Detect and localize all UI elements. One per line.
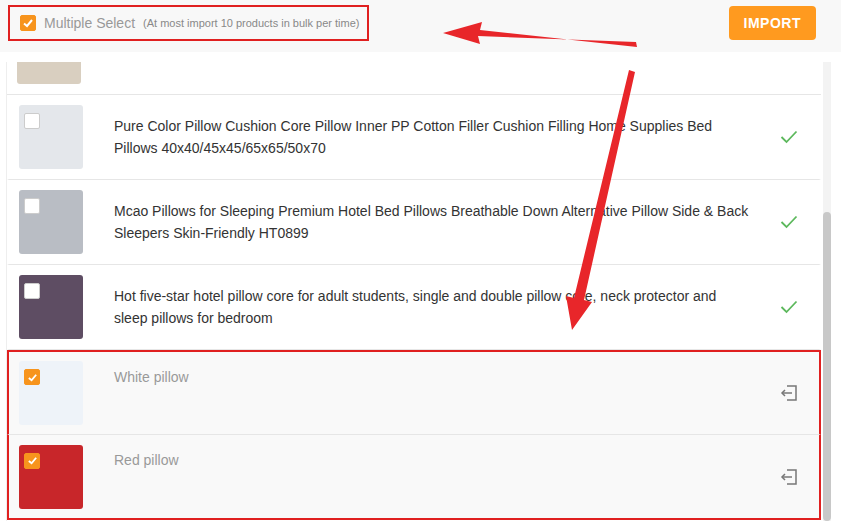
product-title: Mcao Pillows for Sleeping Premium Hotel … — [114, 200, 769, 244]
product-row[interactable]: Red pillow — [7, 435, 821, 520]
check-icon — [27, 372, 38, 383]
product-thumbnail — [19, 275, 83, 339]
product-thumbnail — [19, 190, 83, 254]
product-checkbox[interactable] — [24, 198, 40, 214]
product-row[interactable]: White pillow — [7, 350, 821, 435]
product-checkbox[interactable] — [24, 453, 40, 469]
product-row[interactable]: Mcao Pillows for Sleeping Premium Hotel … — [7, 180, 821, 265]
product-row[interactable] — [7, 62, 821, 95]
scrollbar[interactable] — [823, 62, 831, 521]
product-thumbnail — [19, 445, 83, 509]
product-title: Pure Color Pillow Cushion Core Pillow In… — [114, 115, 769, 159]
product-thumbnail — [19, 361, 83, 425]
multiple-select[interactable]: Multiple Select (At most import 10 produc… — [8, 5, 369, 41]
import-icon[interactable] — [780, 469, 798, 485]
bulk-hint: (At most import 10 products in bulk per … — [143, 17, 359, 29]
product-thumbnail — [17, 62, 81, 84]
product-row[interactable]: Pure Color Pillow Cushion Core Pillow In… — [7, 95, 821, 180]
product-checkbox[interactable] — [24, 113, 40, 129]
arrow-down-icon — [566, 70, 635, 330]
product-title: Red pillow — [114, 435, 769, 471]
imported-check-icon — [780, 215, 798, 229]
import-button[interactable]: IMPORT — [729, 6, 816, 40]
multiple-select-label: Multiple Select — [44, 15, 135, 31]
multiple-select-checkbox[interactable] — [20, 15, 36, 31]
imported-check-icon — [780, 130, 798, 144]
product-checkbox[interactable] — [24, 369, 40, 385]
toolbar: Multiple Select (At most import 10 produc… — [0, 0, 841, 52]
product-title: White pillow — [114, 352, 769, 388]
product-title: Hot five-star hotel pillow core for adul… — [114, 285, 769, 329]
arrow-left-icon — [443, 22, 637, 47]
import-page: Multiple Select (At most import 10 produc… — [0, 0, 841, 521]
product-row[interactable]: Hot five-star hotel pillow core for adul… — [7, 265, 821, 350]
check-icon — [22, 17, 34, 29]
product-thumbnail — [19, 105, 83, 169]
product-list: Pure Color Pillow Cushion Core Pillow In… — [0, 62, 841, 521]
imported-check-icon — [780, 300, 798, 314]
check-icon — [27, 455, 38, 466]
import-icon[interactable] — [780, 385, 798, 401]
annotation-arrows — [0, 0, 841, 521]
product-checkbox[interactable] — [24, 283, 40, 299]
